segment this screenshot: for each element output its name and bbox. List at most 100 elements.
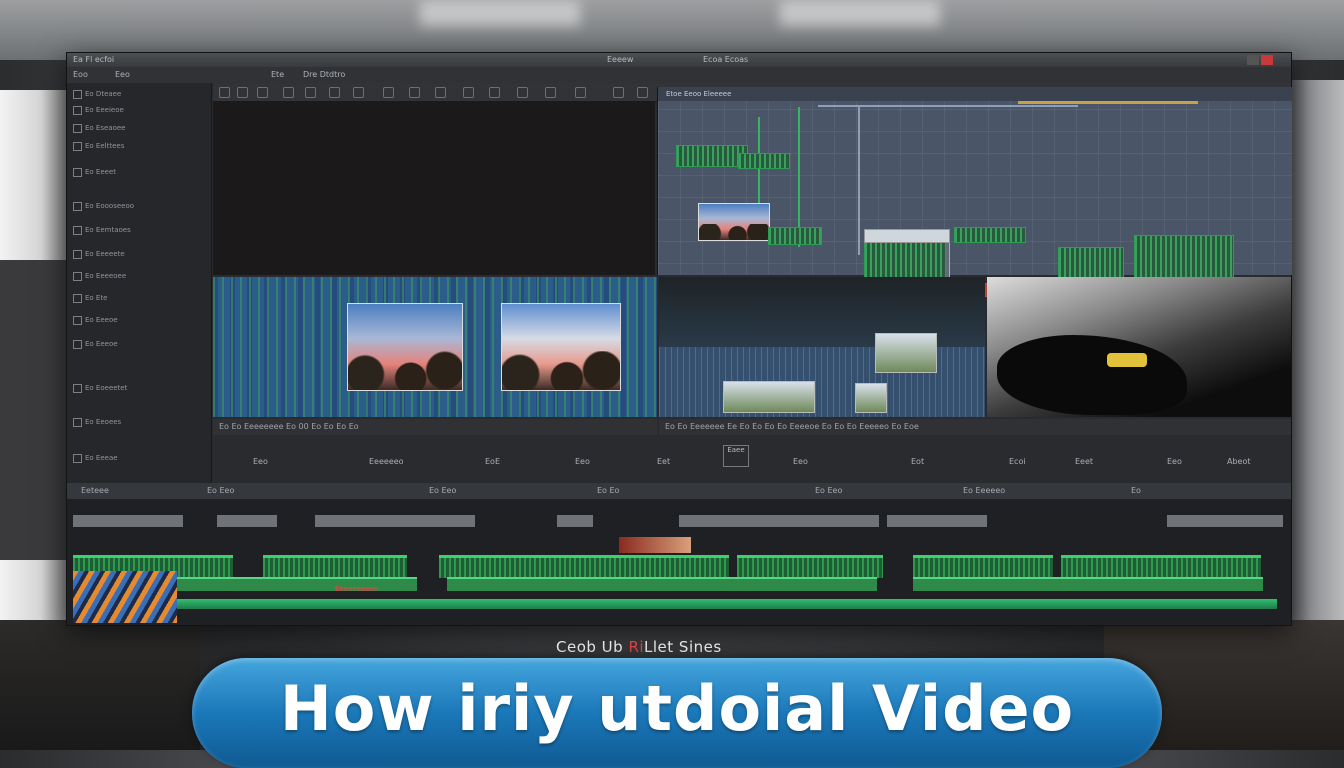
audio-icon[interactable]: [463, 87, 474, 98]
viewer-controls-left[interactable]: Eo Eo Eeeeeeee Eo 00 Eo Eo Eo Eo: [213, 419, 657, 435]
timeline-clip[interactable]: [679, 515, 879, 527]
close-button[interactable]: [1261, 55, 1273, 65]
program-viewer[interactable]: [213, 277, 657, 417]
list-item[interactable]: Eo Eeeae: [73, 453, 118, 463]
loop-icon[interactable]: [257, 87, 268, 98]
list-item[interactable]: Eo Eoeeetet: [73, 383, 127, 393]
timecode-display[interactable]: Eaee: [723, 445, 749, 467]
audio-clip[interactable]: [447, 577, 877, 591]
audio-clip[interactable]: [177, 577, 417, 591]
window-title-center: Eeeew: [607, 55, 634, 64]
timeline-clip[interactable]: [439, 555, 729, 578]
list-item[interactable]: Eo Eeeet: [73, 167, 116, 177]
audio-clip[interactable]: [913, 577, 1263, 591]
menu-item[interactable]: Dre Dtdtro: [303, 67, 345, 83]
timecode-item[interactable]: Abeot: [1227, 457, 1251, 466]
graph-node-title: [864, 229, 950, 243]
mark-out-icon[interactable]: [305, 87, 316, 98]
list-item[interactable]: Eo Ete: [73, 293, 107, 303]
timecode-item[interactable]: Eeo: [793, 457, 808, 466]
timeline-clip[interactable]: [913, 555, 1053, 578]
audio-master-track[interactable]: [177, 599, 1277, 609]
timecode-item[interactable]: Ecoi: [1009, 457, 1026, 466]
timeline-tab[interactable]: Eo Eeo: [429, 483, 456, 499]
menu-item[interactable]: Eeo: [115, 67, 130, 83]
timecode-item[interactable]: Eeet: [1075, 457, 1093, 466]
timeline-clip[interactable]: [557, 515, 593, 527]
timeline-tab[interactable]: Eeteee: [81, 483, 109, 499]
expand-icon[interactable]: [613, 87, 624, 98]
timecode-item[interactable]: Eeo: [575, 457, 590, 466]
export-icon[interactable]: [637, 87, 648, 98]
graph-node[interactable]: [738, 153, 790, 169]
list-item[interactable]: Eo Dteaee: [73, 89, 121, 99]
menu-item[interactable]: Eoo: [73, 67, 88, 83]
timecode-item[interactable]: Eeeeeeo: [369, 457, 404, 466]
timeline-clip[interactable]: [315, 515, 475, 527]
folder-icon: [73, 315, 82, 325]
node-graph-editor[interactable]: Etoe Eeoo Eleeeee: [657, 87, 1292, 305]
folder-icon: [73, 271, 82, 281]
timeline-clip-thumbnail[interactable]: [619, 537, 691, 553]
timecode-item[interactable]: EoE: [485, 457, 500, 466]
effects-viewer[interactable]: [659, 277, 985, 417]
grid-icon[interactable]: [517, 87, 528, 98]
list-item[interactable]: Eo Eelttees: [73, 141, 124, 151]
node-thumbnail[interactable]: [698, 203, 770, 241]
timeline-tab[interactable]: Eo Eo: [597, 483, 619, 499]
timeline-clip[interactable]: [263, 555, 407, 578]
graph-node[interactable]: [1134, 235, 1234, 281]
timecode-item[interactable]: Eot: [911, 457, 924, 466]
right-wall: [1288, 80, 1344, 680]
timecode-item[interactable]: Eeo: [253, 457, 268, 466]
timeline-tracks[interactable]: Eeeeeeeeee: [67, 499, 1291, 625]
list-item[interactable]: Eo Eeeoe: [73, 315, 118, 325]
source-viewer[interactable]: [213, 101, 655, 275]
menu-item[interactable]: Ete: [271, 67, 284, 83]
graph-node[interactable]: [768, 227, 822, 245]
list-item[interactable]: Eo Eemtaoes: [73, 225, 131, 235]
stop-icon[interactable]: [237, 87, 248, 98]
timecode-item[interactable]: Eet: [657, 457, 670, 466]
timeline-tab[interactable]: Eo Eeeeeo: [963, 483, 1005, 499]
timeline-clip[interactable]: [1167, 515, 1283, 527]
timeline-tab[interactable]: Eo Eeo: [815, 483, 842, 499]
output-viewer[interactable]: [987, 277, 1291, 417]
marker-icon[interactable]: [489, 87, 500, 98]
zoom-icon[interactable]: [329, 87, 340, 98]
mark-in-icon[interactable]: [283, 87, 294, 98]
timeline-clip-thumbnail[interactable]: [73, 571, 177, 623]
viewer-controls-right[interactable]: Eo Eo Eeeeeee Ee Eo Eo Eo Eo Eeeeoe Eo E…: [659, 419, 1291, 435]
timeline-tab[interactable]: Eo: [1131, 483, 1141, 499]
list-item[interactable]: Eo Eeeeete: [73, 249, 125, 259]
title-bar: Ea Fl ecfoi Eeeew Ecoa Ecoas: [67, 53, 1291, 67]
mask-icon[interactable]: [409, 87, 420, 98]
list-item[interactable]: Eo Eeoees: [73, 417, 121, 427]
settings-icon[interactable]: [545, 87, 556, 98]
subtitle-caption: Ceob Ub RiLlet Sines: [556, 638, 722, 656]
list-item[interactable]: Eo Eeeoe: [73, 339, 118, 349]
list-item[interactable]: Eo Eeeeoee: [73, 271, 126, 281]
viewer-image: [347, 303, 463, 391]
minimize-button[interactable]: [1247, 55, 1259, 65]
folder-icon: [73, 225, 82, 235]
color-icon[interactable]: [435, 87, 446, 98]
timeline-clip[interactable]: [1061, 555, 1261, 578]
timeline-clip[interactable]: [887, 515, 987, 527]
list-item[interactable]: Eo Eeeieoe: [73, 105, 124, 115]
crop-icon[interactable]: [353, 87, 364, 98]
timeline-clip[interactable]: [217, 515, 277, 527]
timeline-tab[interactable]: Eo Eeo: [207, 483, 234, 499]
play-icon[interactable]: [219, 87, 230, 98]
transform-icon[interactable]: [383, 87, 394, 98]
node-wire: [858, 105, 860, 255]
timeline-clip[interactable]: [737, 555, 883, 578]
timecode-item[interactable]: Eeo: [1167, 457, 1182, 466]
title-banner: How iriy utdoial Video: [192, 658, 1162, 768]
graph-node[interactable]: [954, 227, 1026, 243]
list-item[interactable]: Eo Eseaoee: [73, 123, 126, 133]
list-item[interactable]: Eo Eoooseeoo: [73, 201, 134, 211]
fullscreen-icon[interactable]: [575, 87, 586, 98]
editor-window: Ea Fl ecfoi Eeeew Ecoa Ecoas Eoo Eeo Ete…: [66, 52, 1292, 626]
timeline-clip[interactable]: [73, 515, 183, 527]
